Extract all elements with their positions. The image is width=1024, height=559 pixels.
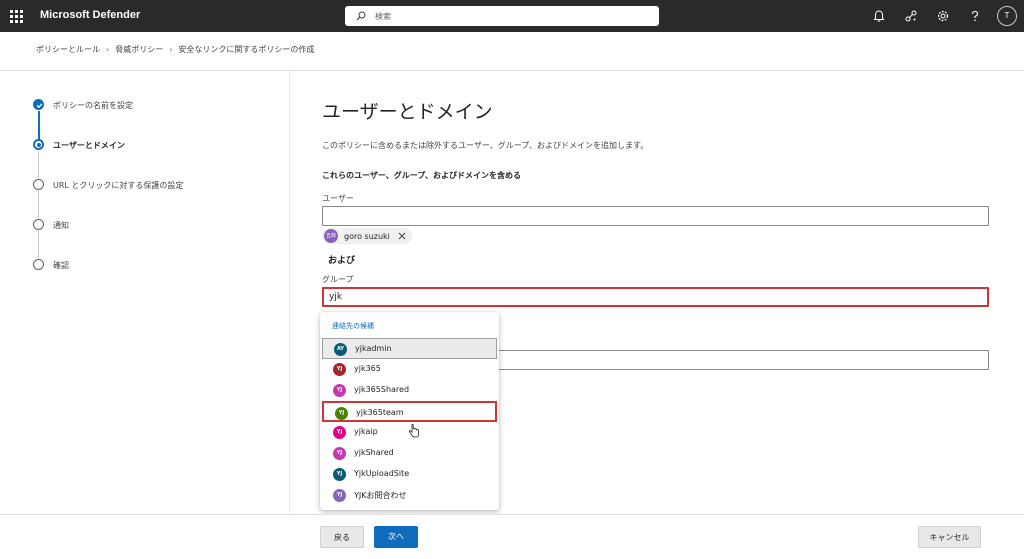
groups-label: グループ bbox=[322, 275, 354, 284]
suggestion-name: yjkShared bbox=[354, 448, 394, 457]
search-box[interactable]: 検索 bbox=[345, 6, 659, 26]
suggestion-item[interactable]: YJ yjkShared bbox=[322, 443, 497, 464]
avatar: YJ bbox=[333, 468, 346, 481]
pending-step-icon bbox=[33, 219, 44, 230]
search-icon bbox=[356, 11, 366, 21]
breadcrumb-item-policies-rules[interactable]: ポリシーとルール bbox=[36, 44, 100, 55]
suggestion-name: yjkadmin bbox=[355, 344, 392, 353]
avatar: YJ bbox=[333, 489, 346, 502]
checkmark-icon bbox=[33, 99, 44, 110]
suggestion-name: YJKお問合わせ bbox=[354, 491, 407, 500]
avatar: 五郎 bbox=[324, 229, 338, 243]
suggestion-name: yjk365Shared bbox=[354, 385, 410, 394]
suggestion-name: YjkUploadSite bbox=[354, 469, 410, 478]
step-label-review: 確認 bbox=[53, 261, 69, 270]
suggestion-item[interactable]: YJ YjkUploadSite bbox=[322, 464, 497, 485]
chevron-right-icon: › bbox=[169, 45, 173, 54]
and-label: および bbox=[328, 256, 356, 266]
users-label: ユーザー bbox=[322, 194, 354, 203]
back-button[interactable]: 戻る bbox=[320, 526, 364, 548]
avatar: YJ bbox=[335, 407, 348, 420]
avatar: AY bbox=[334, 343, 347, 356]
app-title[interactable]: Microsoft Defender bbox=[40, 9, 140, 21]
step-label-users-domains[interactable]: ユーザーとドメイン bbox=[53, 140, 125, 151]
pending-step-icon bbox=[33, 179, 44, 190]
pointer-hand-icon bbox=[408, 424, 419, 438]
share-icon[interactable] bbox=[904, 9, 918, 23]
footer-bar: 戻る 次へ キャンセル bbox=[0, 514, 1024, 559]
breadcrumb-item-current: 安全なリンクに関するポリシーの作成 bbox=[178, 45, 315, 54]
breadcrumb-item-threat-policies[interactable]: 脅威ポリシー bbox=[115, 44, 163, 55]
step-connector bbox=[38, 191, 39, 221]
top-bar: Microsoft Defender 検索 T bbox=[0, 0, 1024, 32]
bell-icon[interactable] bbox=[872, 9, 886, 23]
suggestions-header: 連絡先の候補 bbox=[332, 322, 374, 330]
suggestion-item[interactable]: AY yjkadmin bbox=[322, 338, 497, 359]
help-icon[interactable] bbox=[968, 9, 982, 23]
groups-input[interactable]: yjk bbox=[322, 287, 989, 307]
page-title: ユーザーとドメイン bbox=[322, 101, 493, 123]
suggestion-name: yjk365team bbox=[356, 408, 404, 417]
pending-step-icon bbox=[33, 259, 44, 270]
users-input[interactable] bbox=[322, 206, 989, 226]
suggestion-item[interactable]: YJ yjk365 bbox=[322, 359, 497, 380]
step-connector bbox=[38, 151, 39, 181]
suggestion-item[interactable]: YJ yjk365Shared bbox=[322, 380, 497, 401]
avatar: YJ bbox=[333, 447, 346, 460]
suggestion-item[interactable]: YJ YJKお問合わせ bbox=[322, 485, 497, 506]
groups-input-value: yjk bbox=[329, 292, 343, 302]
cancel-button[interactable]: キャンセル bbox=[918, 526, 981, 548]
suggestion-name: yjk365 bbox=[354, 364, 381, 373]
breadcrumb: ポリシーとルール › 脅威ポリシー › 安全なリンクに関するポリシーの作成 bbox=[36, 44, 314, 55]
include-heading: これらのユーザー、グループ、およびドメインを含める bbox=[322, 171, 522, 180]
wizard-steps-panel: ポリシーの名前を設定 ユーザーとドメイン URL とクリックに対する保護の設定 … bbox=[0, 71, 290, 514]
close-icon[interactable] bbox=[398, 232, 406, 240]
user-avatar[interactable]: T bbox=[997, 6, 1017, 26]
step-connector bbox=[38, 231, 39, 261]
waffle-icon[interactable] bbox=[10, 10, 24, 23]
suggestion-name: yjkaip bbox=[354, 427, 378, 436]
current-step-icon bbox=[33, 139, 44, 150]
search-placeholder: 検索 bbox=[375, 12, 391, 21]
step-label-url-protection: URL とクリックに対する保護の設定 bbox=[53, 181, 184, 190]
avatar: YJ bbox=[333, 384, 346, 397]
avatar: YJ bbox=[333, 426, 346, 439]
step-label-policy-name[interactable]: ポリシーの名前を設定 bbox=[53, 100, 133, 111]
step-connector bbox=[37, 111, 40, 141]
chevron-right-icon: › bbox=[106, 45, 110, 54]
suggestions-dropdown: 連絡先の候補 AY yjkadmin YJ yjk365 YJ yjk365Shared Y… bbox=[320, 312, 499, 510]
gear-icon[interactable] bbox=[936, 9, 950, 23]
suggestion-item[interactable]: YJ yjk365team bbox=[322, 401, 497, 422]
next-button[interactable]: 次へ bbox=[374, 526, 418, 548]
avatar: YJ bbox=[333, 363, 346, 376]
user-chip[interactable]: 五郎 goro suzuki bbox=[322, 228, 412, 244]
page-description: このポリシーに含めるまたは除外するユーザー、グループ、およびドメインを追加します… bbox=[322, 141, 649, 150]
step-label-notification: 通知 bbox=[53, 221, 69, 230]
user-chip-name: goro suzuki bbox=[344, 231, 390, 241]
